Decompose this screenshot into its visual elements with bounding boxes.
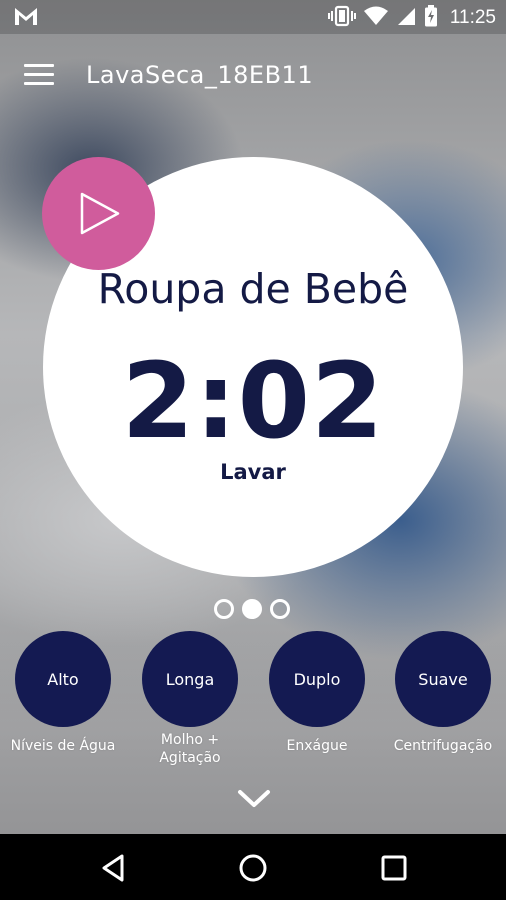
signal-icon: [396, 6, 416, 30]
cycle-phase: Lavar: [220, 460, 286, 484]
rinse-label-line: Enxágue: [286, 738, 348, 754]
soak-agitation-label-line-2: Agitação: [159, 750, 221, 766]
option-soak-agitation: Longa Molho + Agitação: [127, 631, 253, 767]
home-icon[interactable]: [235, 850, 271, 886]
soak-agitation-value: Longa: [165, 669, 215, 689]
spin-label: Centrifugação: [380, 737, 506, 755]
app-title: LavaSeca_18EB11: [86, 61, 314, 89]
chevron-down-icon[interactable]: [236, 786, 272, 810]
page-dot-2[interactable]: [242, 599, 262, 619]
spin-button[interactable]: Suave: [395, 631, 491, 727]
option-rinse: Duplo Enxágue: [254, 631, 380, 755]
play-icon: [80, 192, 120, 235]
page-indicator: [214, 599, 290, 619]
hamburger-menu-icon[interactable]: [24, 64, 54, 86]
recents-icon[interactable]: [376, 850, 412, 886]
option-water-level: Alto Níveis de Água: [0, 631, 126, 755]
wifi-icon: [363, 6, 388, 30]
vibrate-icon: [327, 5, 356, 31]
rinse-button[interactable]: Duplo: [269, 631, 365, 727]
water-level-label: Níveis de Água: [0, 737, 126, 755]
soak-agitation-button[interactable]: Longa: [142, 631, 238, 727]
water-level-label-line: Níveis de Água: [10, 738, 116, 754]
gmail-icon: [14, 6, 38, 30]
system-nav-bar: [0, 834, 506, 900]
water-level-value: Alto: [47, 669, 79, 689]
status-bar: 11:25: [0, 0, 506, 34]
option-spin: Suave Centrifugação: [380, 631, 506, 755]
spin-label-line: Centrifugação: [393, 738, 493, 754]
play-button[interactable]: [42, 157, 155, 270]
program-name: Roupa de Bebê: [97, 265, 409, 313]
rinse-value: Duplo: [293, 669, 341, 689]
page-dot-1[interactable]: [214, 599, 234, 619]
rinse-label: Enxágue: [254, 737, 380, 755]
spin-value: Suave: [418, 669, 468, 689]
soak-agitation-label-line-1: Molho +: [160, 732, 220, 748]
status-time: 11:25: [449, 7, 496, 28]
app-bar: LavaSeca_18EB11: [0, 34, 506, 116]
soak-agitation-label: Molho + Agitação: [127, 731, 253, 767]
water-level-button[interactable]: Alto: [15, 631, 111, 727]
page-dot-3[interactable]: [270, 599, 290, 619]
time-remaining: 2:02: [121, 340, 385, 462]
back-icon[interactable]: [96, 850, 132, 886]
battery-charging-icon: [424, 5, 438, 31]
